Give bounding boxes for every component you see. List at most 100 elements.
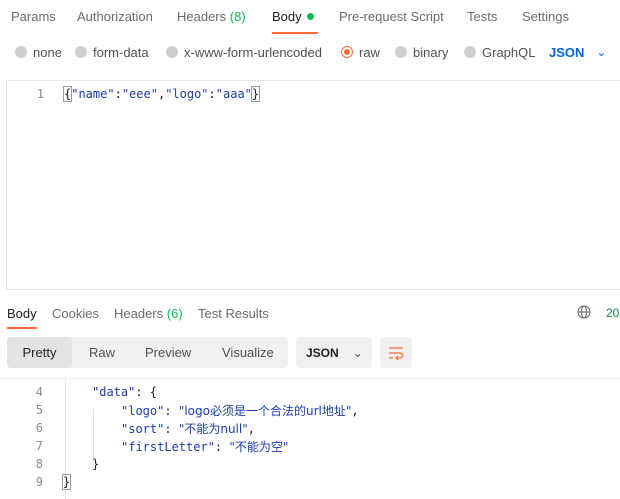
json-punct: : xyxy=(164,421,179,436)
code-line: 8 } xyxy=(0,455,620,473)
radio-circle-icon xyxy=(166,46,178,58)
tab-settings[interactable]: Settings xyxy=(522,9,569,24)
line-number: 4 xyxy=(35,385,43,399)
tab-tests[interactable]: Tests xyxy=(467,9,497,24)
code-text: "sort": "不能为null", xyxy=(121,420,255,437)
code-text: {"name":"eee","logo":"aaa"} xyxy=(62,86,261,102)
code-line: 1 {"name":"eee","logo":"aaa"} xyxy=(7,85,620,103)
radio-raw-label: raw xyxy=(359,44,380,60)
json-comma: , xyxy=(351,403,359,418)
radio-form-data[interactable]: form-data xyxy=(75,42,149,62)
code-text: "data": { xyxy=(92,385,157,399)
raw-format-value: JSON xyxy=(549,44,585,60)
body-type-selector: none form-data x-www-form-urlencoded raw… xyxy=(0,42,620,64)
json-punct: : { xyxy=(135,385,158,399)
code-text: } xyxy=(92,457,99,471)
json-value: "不能为null" xyxy=(178,421,248,436)
json-colon: : xyxy=(208,87,216,101)
resp-tab-headers-label: Headers xyxy=(114,306,164,321)
view-pretty-button[interactable]: Pretty xyxy=(7,337,72,368)
radio-urlencoded-label: x-www-form-urlencoded xyxy=(184,44,322,60)
tab-headers-count: (8) xyxy=(229,9,246,24)
resp-tab-headers[interactable]: Headers (6) xyxy=(114,306,183,321)
wrap-lines-button[interactable] xyxy=(380,337,412,368)
view-raw-button[interactable]: Raw xyxy=(89,337,115,368)
chevron-down-icon: ⌄ xyxy=(596,45,607,59)
code-line: 5 "logo": "logo必须是一个合法的url地址", xyxy=(0,401,620,419)
line-number: 5 xyxy=(35,403,43,417)
radio-binary[interactable]: binary xyxy=(395,42,448,62)
tab-authorization[interactable]: Authorization xyxy=(77,9,153,24)
line-number: 7 xyxy=(35,439,43,453)
radio-none-label: none xyxy=(33,44,62,60)
radio-circle-icon xyxy=(395,46,407,58)
json-brace: } xyxy=(92,457,100,471)
json-key: "name" xyxy=(71,87,115,101)
resp-tab-headers-count: (6) xyxy=(166,306,183,321)
response-status: 20 xyxy=(606,306,620,320)
radio-urlencoded[interactable]: x-www-form-urlencoded xyxy=(166,42,322,62)
active-tab-underline xyxy=(272,32,318,34)
resp-tab-test-results[interactable]: Test Results xyxy=(198,306,269,321)
radio-raw[interactable]: raw xyxy=(341,42,380,62)
view-visualize-button[interactable]: Visualize xyxy=(222,337,274,368)
view-preview-button[interactable]: Preview xyxy=(145,337,191,368)
json-key: "data" xyxy=(92,385,136,399)
radio-form-data-label: form-data xyxy=(93,44,149,60)
radio-circle-icon xyxy=(75,46,87,58)
chevron-down-icon: ⌄ xyxy=(352,345,363,360)
json-value: "不能为空" xyxy=(229,439,289,454)
response-toolbar: Pretty Raw Preview Visualize JSON ⌄ xyxy=(0,337,620,369)
line-number: 1 xyxy=(36,87,44,101)
code-line: 7 "firstLetter": "不能为空" xyxy=(0,437,620,455)
code-text: "firstLetter": "不能为空" xyxy=(121,438,288,455)
wrap-lines-icon xyxy=(389,346,404,360)
tab-headers[interactable]: Headers (8) xyxy=(177,9,246,24)
line-number: 6 xyxy=(35,421,43,435)
radio-graphql[interactable]: GraphQL xyxy=(464,42,535,62)
radio-none[interactable]: none xyxy=(15,42,62,62)
radio-circle-icon xyxy=(464,46,476,58)
json-key: "logo" xyxy=(165,87,209,101)
tab-params[interactable]: Params xyxy=(11,9,56,24)
tab-pre-request-script[interactable]: Pre-request Script xyxy=(339,9,444,24)
code-text: "logo": "logo必须是一个合法的url地址", xyxy=(121,402,359,419)
response-format-select[interactable]: JSON ⌄ xyxy=(296,337,372,368)
radio-selected-icon xyxy=(341,46,353,58)
globe-icon[interactable] xyxy=(577,305,591,319)
json-value: "eee" xyxy=(121,87,158,101)
code-line: 6 "sort": "不能为null", xyxy=(0,419,620,437)
json-brace: } xyxy=(61,474,72,490)
json-brace: } xyxy=(250,86,261,102)
request-body-editor[interactable]: 1 {"name":"eee","logo":"aaa"} xyxy=(6,80,620,290)
line-number: 8 xyxy=(35,457,43,471)
json-value: "aaa" xyxy=(215,87,252,101)
radio-graphql-label: GraphQL xyxy=(482,44,536,60)
body-modified-dot-icon xyxy=(307,13,314,20)
json-punct: : xyxy=(214,439,230,454)
json-punct: : xyxy=(164,403,179,418)
radio-binary-label: binary xyxy=(413,44,449,60)
response-body-viewer[interactable]: 4 "data": { 5 "logo": "logo必须是一个合法的url地址… xyxy=(0,378,620,499)
json-comma: , xyxy=(247,421,255,436)
json-key: "sort" xyxy=(121,421,165,436)
resp-tab-body[interactable]: Body xyxy=(7,306,37,321)
active-response-tab-underline xyxy=(7,327,37,329)
raw-format-select[interactable]: JSON ⌄ xyxy=(549,42,606,62)
tab-body[interactable]: Body xyxy=(272,9,302,24)
code-line: 4 "data": { xyxy=(0,383,620,401)
radio-circle-icon xyxy=(15,46,27,58)
request-tabs: Params Authorization Headers (8) Body Pr… xyxy=(0,0,620,34)
response-format-value: JSON xyxy=(306,345,339,360)
json-colon: : xyxy=(114,87,122,101)
json-key: "firstLetter" xyxy=(121,439,215,454)
response-tabs: Body Cookies Headers (6) Test Results xyxy=(0,300,620,330)
line-number: 9 xyxy=(35,475,43,489)
json-key: "logo" xyxy=(121,403,165,418)
json-value: "logo必须是一个合法的url地址" xyxy=(178,403,352,418)
resp-tab-cookies[interactable]: Cookies xyxy=(52,306,99,321)
tab-headers-label: Headers xyxy=(177,9,227,24)
code-text: } xyxy=(61,474,72,490)
code-line: 9 } xyxy=(0,473,620,491)
view-mode-segmented: Pretty Raw Preview Visualize xyxy=(7,337,288,368)
